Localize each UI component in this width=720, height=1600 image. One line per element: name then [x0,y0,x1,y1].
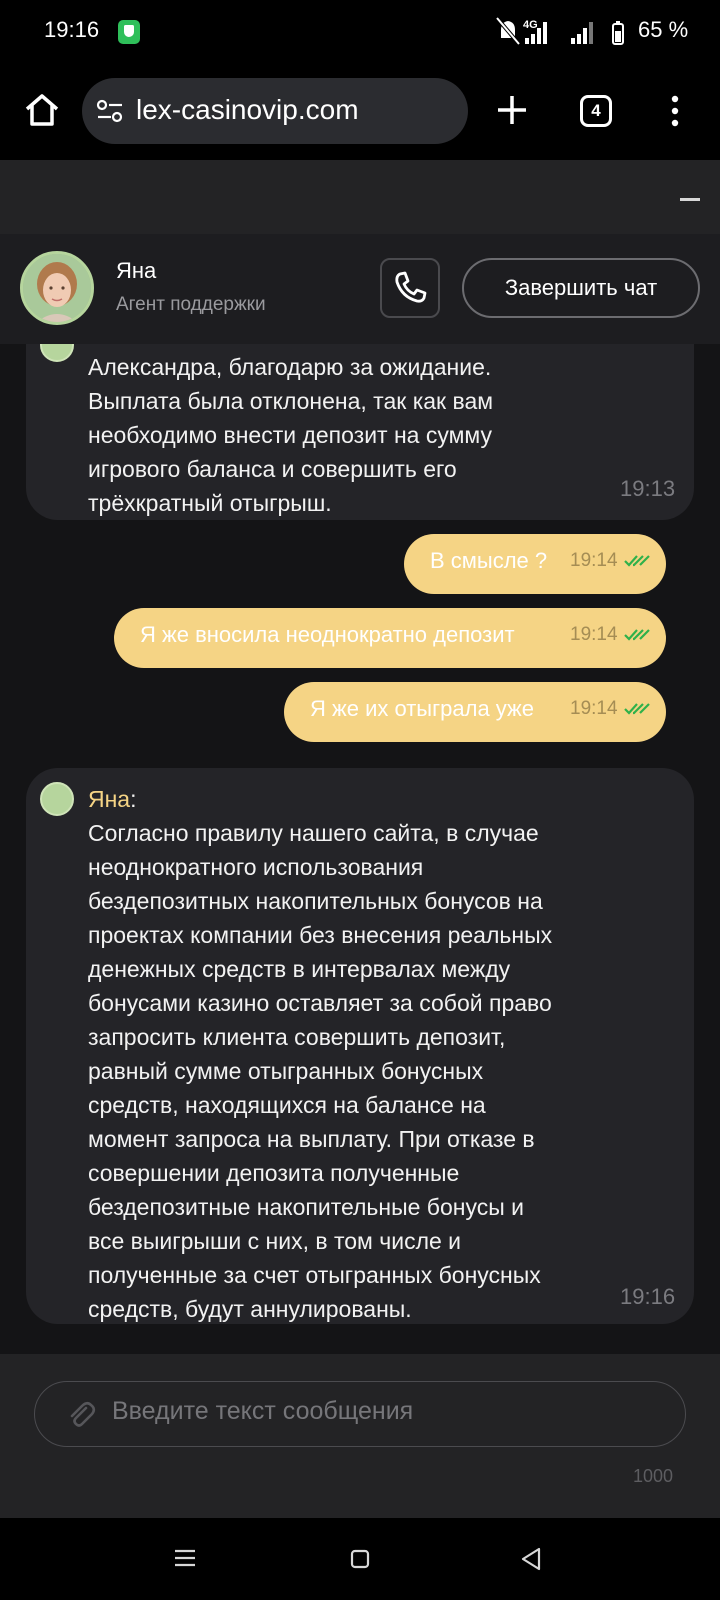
message-outgoing: Я же их отыграла уже 19:14 [284,682,666,742]
input-placeholder: Введите текст сообщения [112,1397,414,1425]
battery-icon [612,21,624,45]
message-list[interactable]: Александра, благодарю за ожидание. Выпла… [0,344,720,1354]
message-time: 19:16 [620,1284,676,1309]
sender-name: Яна [88,786,131,812]
message-time: 19:14 [570,550,618,571]
system-nav-bar [0,1518,720,1600]
status-time: 19:16 [44,17,100,42]
recent-apps-icon[interactable] [174,1548,196,1568]
avatar [40,782,74,816]
bell-off-icon [495,16,521,46]
message-outgoing: В смысле ? 19:14 [404,534,666,594]
char-counter: 1000 [633,1466,674,1486]
home-icon[interactable] [22,90,62,130]
message-time: 19:14 [570,698,618,719]
signal-icon-2 [571,22,593,44]
new-tab-icon[interactable] [494,90,530,130]
battery-percent: 65 % [638,17,689,42]
message-incoming: Александра, благодарю за ожидание. Выпла… [26,344,694,520]
agent-name: Яна [116,258,157,283]
site-settings-icon[interactable] [96,98,124,124]
message-text: Я же их отыграла уже [310,696,534,721]
tab-switcher-button[interactable]: 4 [580,95,612,127]
message-time: 19:13 [620,476,676,501]
sender-suffix: : [130,786,137,812]
status-icons: 4G [495,16,624,46]
message-time: 19:14 [570,624,618,645]
end-chat-button[interactable]: Завершить чат [462,258,700,318]
attach-icon[interactable] [66,1400,96,1430]
message-outgoing: Я же вносила неоднократно депозит 19:14 [114,608,666,668]
back-icon[interactable] [520,1547,542,1571]
avatar [40,344,74,362]
agent-face [23,254,91,322]
message-text: Я же вносила неоднократно депозит [140,622,515,647]
message-text: Согласно правилу нашего сайта, в случае … [88,820,553,1322]
avatar [20,251,94,325]
agent-role: Агент поддержки [116,294,266,315]
message-sender: Яна: [88,786,137,813]
home-nav-icon[interactable] [350,1549,370,1569]
minimize-icon[interactable] [680,198,700,201]
call-button[interactable] [380,258,440,318]
read-check-icon [624,555,650,567]
chat-widget-topbar [0,160,720,234]
more-menu-icon[interactable] [668,94,682,128]
network-type: 4G [523,19,538,31]
read-check-icon [624,629,650,641]
message-incoming: Яна: Согласно правилу нашего сайта, в сл… [26,768,694,1324]
shield-icon [118,20,140,44]
url-text[interactable]: lex-casinovip.com [136,94,359,126]
read-check-icon [624,703,650,715]
message-text: В смысле ? [430,548,548,573]
phone-icon [395,271,427,303]
message-text: Александра, благодарю за ожидание. Выпла… [88,354,494,516]
